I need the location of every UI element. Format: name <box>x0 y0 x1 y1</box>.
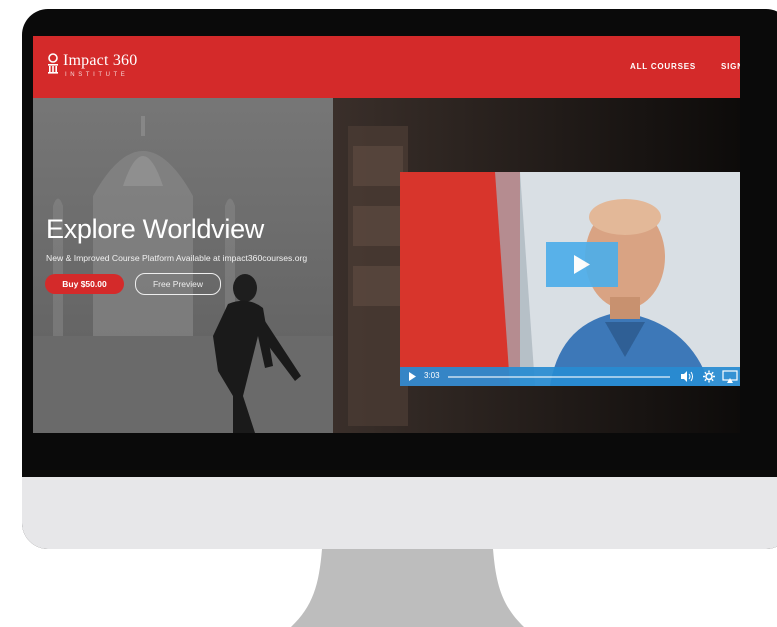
settings-gear-icon[interactable] <box>703 367 715 386</box>
logo-icon <box>48 53 58 74</box>
play-small-icon[interactable] <box>408 367 418 386</box>
browser-screen: Impact 360 INSTITUTE ALL COURSES SIGN Ex… <box>33 36 740 433</box>
airplay-icon[interactable] <box>722 367 738 386</box>
play-button[interactable] <box>546 242 618 287</box>
monitor-chin <box>22 477 777 549</box>
hero-title: Explore Worldview <box>46 214 264 244</box>
volume-icon[interactable] <box>680 367 694 386</box>
play-icon <box>574 255 590 274</box>
video-controls: 3:03 <box>400 367 740 386</box>
video-scrubber[interactable] <box>448 376 670 378</box>
video-time: 3:03 <box>424 371 440 380</box>
nav-all-courses[interactable]: ALL COURSES <box>630 62 696 71</box>
buy-button[interactable]: Buy $50.00 <box>45 274 124 294</box>
brand-name: Impact 360 <box>63 52 138 69</box>
nav-sign-in[interactable]: SIGN <box>721 62 740 71</box>
free-preview-button[interactable]: Free Preview <box>135 273 221 295</box>
site-header: Impact 360 INSTITUTE ALL COURSES SIGN <box>33 36 740 98</box>
video-player[interactable]: 3:03 <box>400 172 740 386</box>
brand-subtitle: INSTITUTE <box>65 72 129 78</box>
hero-subtitle: New & Improved Course Platform Available… <box>46 253 308 263</box>
